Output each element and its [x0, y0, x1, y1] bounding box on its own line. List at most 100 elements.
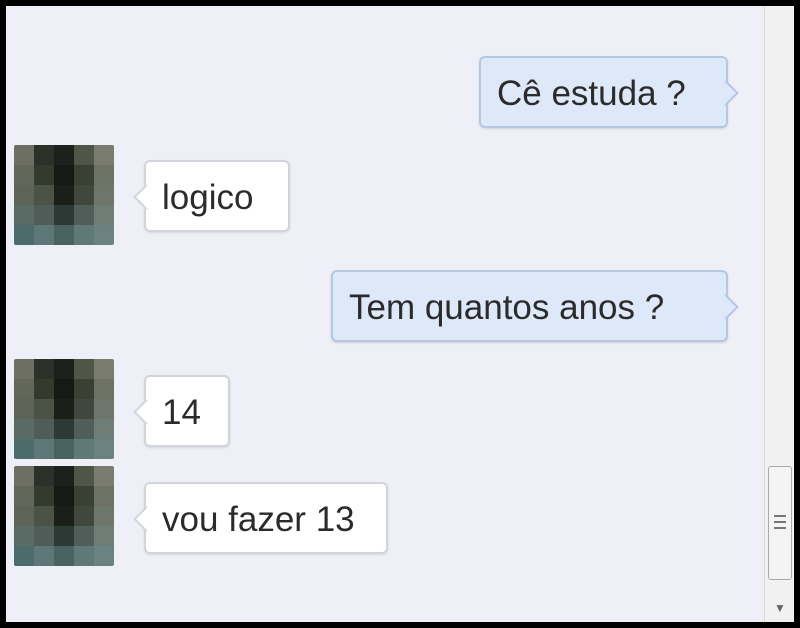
avatar-pixel: [94, 486, 114, 506]
avatar-pixel: [14, 359, 34, 379]
avatar-pixel: [94, 185, 114, 205]
avatar-pixel: [54, 359, 74, 379]
avatar-pixel: [14, 466, 34, 486]
avatar-pixel: [14, 486, 34, 506]
avatar-pixel: [94, 526, 114, 546]
avatar-pixel: [14, 145, 34, 165]
message-incoming: vou fazer 13: [133, 482, 388, 554]
scroll-down-arrow-icon[interactable]: ▼: [765, 596, 794, 620]
avatar-pixel: [34, 399, 54, 419]
avatar-pixel: [94, 399, 114, 419]
avatar-pixel: [34, 359, 54, 379]
avatar-pixel: [94, 145, 114, 165]
avatar-pixel: [94, 379, 114, 399]
avatar-pixel: [74, 419, 94, 439]
avatar-pixel: [94, 546, 114, 566]
avatar-pixel: [94, 419, 114, 439]
avatar-pixel: [34, 506, 54, 526]
avatar-pixel: [74, 546, 94, 566]
bubble-tail: [133, 506, 159, 532]
avatar-pixel: [54, 486, 74, 506]
avatar-pixel: [74, 165, 94, 185]
avatar-pixel: [34, 205, 54, 225]
avatar-pixel: [94, 466, 114, 486]
avatar-pixel: [94, 205, 114, 225]
avatar-pixel: [54, 419, 74, 439]
avatar-pixel: [14, 225, 34, 245]
avatar-pixel: [54, 225, 74, 245]
grip-line: [774, 515, 786, 517]
avatar-pixel: [74, 185, 94, 205]
avatar-pixel: [34, 466, 54, 486]
avatar-pixel: [34, 439, 54, 459]
grip-line: [774, 527, 786, 529]
avatar-pixel: [14, 419, 34, 439]
message-text: vou fazer 13: [162, 500, 355, 539]
avatar-pixel: [54, 379, 74, 399]
avatar-pixel: [14, 506, 34, 526]
avatar-pixel: [74, 466, 94, 486]
vertical-scrollbar[interactable]: ▼: [764, 6, 794, 622]
avatar[interactable]: [14, 466, 114, 566]
message-text: Cê estuda ?: [497, 74, 686, 113]
avatar-pixel: [54, 145, 74, 165]
avatar-pixel: [54, 439, 74, 459]
avatar-pixel: [94, 439, 114, 459]
avatar-pixel: [94, 225, 114, 245]
avatar-pixel: [74, 399, 94, 419]
avatar-pixel: [14, 379, 34, 399]
avatar-pixel: [34, 185, 54, 205]
avatar-pixel: [34, 165, 54, 185]
avatar-pixel: [74, 486, 94, 506]
avatar-pixel: [54, 185, 74, 205]
grip-line: [774, 521, 786, 523]
avatar-pixel: [34, 546, 54, 566]
avatar-pixel: [74, 205, 94, 225]
avatar-pixel: [54, 399, 74, 419]
avatar-pixel: [14, 165, 34, 185]
avatar[interactable]: [14, 145, 114, 245]
avatar-pixel: [14, 399, 34, 419]
avatar-pixel: [34, 145, 54, 165]
avatar-pixel: [94, 506, 114, 526]
message-text: 14: [162, 393, 201, 432]
avatar-pixel: [74, 506, 94, 526]
avatar-pixel: [54, 205, 74, 225]
avatar-pixel: [94, 359, 114, 379]
bubble-tail: [133, 184, 159, 210]
avatar-pixel: [74, 439, 94, 459]
avatar-pixel: [94, 165, 114, 185]
avatar-pixel: [54, 165, 74, 185]
avatar-pixel: [34, 379, 54, 399]
avatar-pixel: [34, 486, 54, 506]
bubble-tail: [713, 294, 739, 320]
scrollbar-thumb[interactable]: [768, 466, 792, 580]
message-incoming: logico: [133, 160, 290, 232]
message-outgoing: Cê estuda ?: [479, 56, 739, 128]
bubble-tail: [133, 399, 159, 425]
message-text: Tem quantos anos ?: [349, 288, 665, 327]
avatar-pixel: [14, 546, 34, 566]
avatar-pixel: [54, 506, 74, 526]
message-text: logico: [162, 178, 254, 217]
avatar[interactable]: [14, 359, 114, 459]
message-incoming: 14: [133, 375, 230, 447]
avatar-pixel: [74, 145, 94, 165]
avatar-pixel: [14, 185, 34, 205]
message-outgoing: Tem quantos anos ?: [331, 270, 739, 342]
avatar-pixel: [54, 546, 74, 566]
avatar-pixel: [34, 225, 54, 245]
bubble-tail: [713, 80, 739, 106]
avatar-pixel: [34, 526, 54, 546]
avatar-pixel: [14, 439, 34, 459]
conversation: Cê estuda ? logico Tem quantos anos ? 14…: [6, 6, 764, 622]
chat-window: Cê estuda ? logico Tem quantos anos ? 14…: [6, 6, 794, 622]
avatar-pixel: [34, 419, 54, 439]
avatar-pixel: [14, 526, 34, 546]
avatar-pixel: [74, 359, 94, 379]
avatar-pixel: [54, 466, 74, 486]
avatar-pixel: [74, 379, 94, 399]
avatar-pixel: [14, 205, 34, 225]
avatar-pixel: [74, 526, 94, 546]
avatar-pixel: [74, 225, 94, 245]
